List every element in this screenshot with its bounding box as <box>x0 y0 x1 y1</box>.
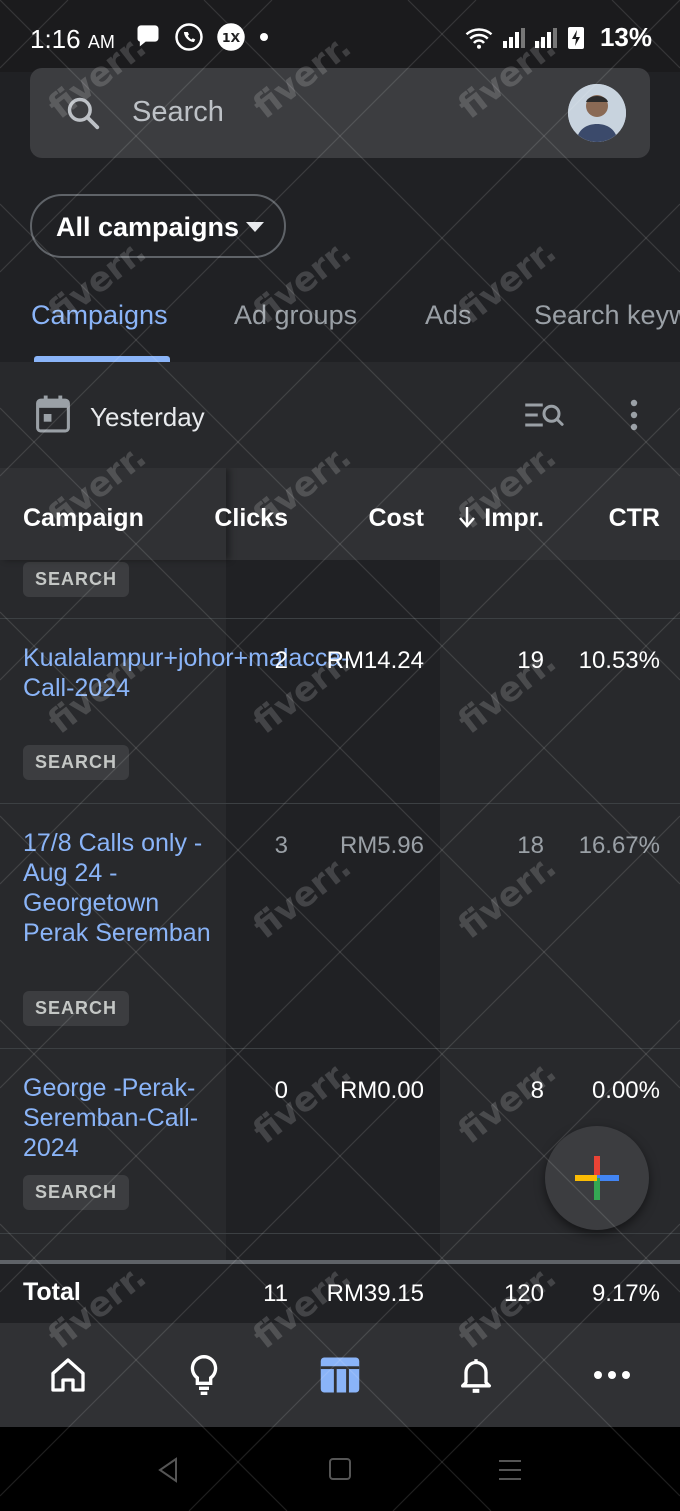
status-bar: 1:16 AM 1X 13% <box>0 0 680 72</box>
campaign-name-link[interactable]: Kualalampur+johor+malacca-Call-2024 <box>23 643 350 703</box>
ctr-value: 0.00% <box>591 1077 660 1104</box>
nav-home[interactable] <box>44 1351 92 1399</box>
filter-search-icon[interactable] <box>524 400 564 430</box>
search-icon <box>67 97 100 130</box>
whatsapp-icon <box>175 23 203 51</box>
tab-ads[interactable]: Ads <box>425 300 472 331</box>
clicks-value: 2 <box>274 647 288 674</box>
cost-value: RM5.96 <box>339 832 424 859</box>
chat-bubble-icon <box>137 25 159 47</box>
date-range-bar: Yesterday <box>0 362 680 469</box>
battery-level: 13% <box>599 22 652 52</box>
nav-campaigns[interactable] <box>316 1351 364 1399</box>
ctr-value: 10.53% <box>578 647 660 674</box>
bottom-navigation <box>0 1323 680 1427</box>
bell-icon <box>461 1359 491 1393</box>
clicks-value: 3 <box>274 832 288 859</box>
campaign-type-badge: SEARCH <box>23 562 130 597</box>
campaign-name-link[interactable]: 17/8 Calls only - Aug 24 - Georgetown Pe… <box>23 828 213 948</box>
google-plus-icon <box>575 1156 619 1200</box>
avatar[interactable] <box>568 84 626 142</box>
sort-descending-icon <box>459 507 475 528</box>
svg-text:1X: 1X <box>222 30 241 45</box>
search-bar[interactable]: Search <box>30 68 650 158</box>
cost-value: RM0.00 <box>339 1077 424 1104</box>
nav-recommendations[interactable] <box>180 1351 228 1399</box>
table-row[interactable]: 17/8 Calls only - Aug 24 - Georgetown Pe… <box>0 803 680 1049</box>
table-icon <box>320 1357 360 1393</box>
tab-search-keywords[interactable]: Search keywords <box>534 300 680 331</box>
header-campaign[interactable]: Campaign <box>23 504 144 533</box>
system-navigation-bar <box>0 1427 680 1511</box>
system-icons: 13% <box>464 22 652 53</box>
ctr-value: 16.67% <box>578 832 660 859</box>
tab-campaigns[interactable]: Campaigns <box>31 300 168 331</box>
nav-notifications[interactable] <box>452 1351 500 1399</box>
table-header: Campaign Clicks Cost Impr. CTR <box>0 468 680 560</box>
lightbulb-icon <box>190 1354 218 1395</box>
campaign-filter-dropdown[interactable]: All campaigns <box>30 194 286 258</box>
campaign-filter-label: All campaigns <box>56 212 240 242</box>
table-row-partial[interactable]: SEARCH <box>0 560 680 618</box>
home-icon <box>51 1358 85 1392</box>
more-options-icon[interactable] <box>628 398 640 432</box>
campaign-name-link[interactable]: George -Perak-Seremban-Call-2024 <box>23 1073 213 1163</box>
add-button[interactable] <box>545 1126 649 1230</box>
status-time: 1:16 AM <box>30 24 115 54</box>
header-ctr[interactable]: CTR <box>609 504 660 533</box>
impressions-value: 8 <box>530 1077 544 1104</box>
campaign-type-badge: SEARCH <box>23 745 130 780</box>
tab-bar: Campaigns Ad groups Ads Search keywords <box>0 290 680 362</box>
total-cost: RM39.15 <box>326 1280 424 1307</box>
header-impressions[interactable]: Impr. <box>484 504 544 533</box>
campaign-type-badge: SEARCH <box>23 991 130 1026</box>
total-label: Total <box>23 1278 81 1306</box>
app-badge-icon: 1X <box>217 23 245 51</box>
clicks-value: 0 <box>274 1077 288 1104</box>
table-total-row: Total 11 RM39.15 120 9.17% <box>0 1260 680 1323</box>
wifi-icon <box>465 27 493 49</box>
tab-ad-groups[interactable]: Ad groups <box>234 300 357 331</box>
signal-icon-2 <box>534 27 557 48</box>
date-range-label[interactable]: Yesterday <box>90 402 205 433</box>
battery-charging-icon <box>567 26 584 49</box>
nav-more[interactable] <box>588 1351 636 1399</box>
signal-icon <box>502 27 525 48</box>
total-ctr: 9.17% <box>591 1280 660 1307</box>
calendar-icon[interactable] <box>34 394 72 434</box>
total-clicks: 11 <box>263 1280 288 1307</box>
recents-icon[interactable] <box>498 1459 522 1481</box>
header-cost[interactable]: Cost <box>368 504 424 533</box>
cost-value: RM14.24 <box>326 647 424 674</box>
impressions-value: 19 <box>517 647 544 674</box>
notification-icons: 1X <box>134 22 270 52</box>
home-square-icon[interactable] <box>328 1457 352 1481</box>
more-horizontal-icon <box>594 1371 630 1379</box>
header-clicks[interactable]: Clicks <box>214 504 288 533</box>
search-input[interactable]: Search <box>132 96 224 129</box>
table-spacer <box>0 1233 680 1258</box>
account-photo-icon <box>568 84 626 142</box>
impressions-value: 18 <box>517 832 544 859</box>
table-row[interactable]: Kualalampur+johor+malacca-Call-2024 SEAR… <box>0 618 680 804</box>
back-icon[interactable] <box>156 1457 180 1483</box>
more-notifications-dot-icon <box>260 33 268 41</box>
campaign-type-badge: SEARCH <box>23 1175 130 1210</box>
dropdown-arrow-icon <box>246 222 264 232</box>
total-impressions: 120 <box>503 1280 544 1307</box>
